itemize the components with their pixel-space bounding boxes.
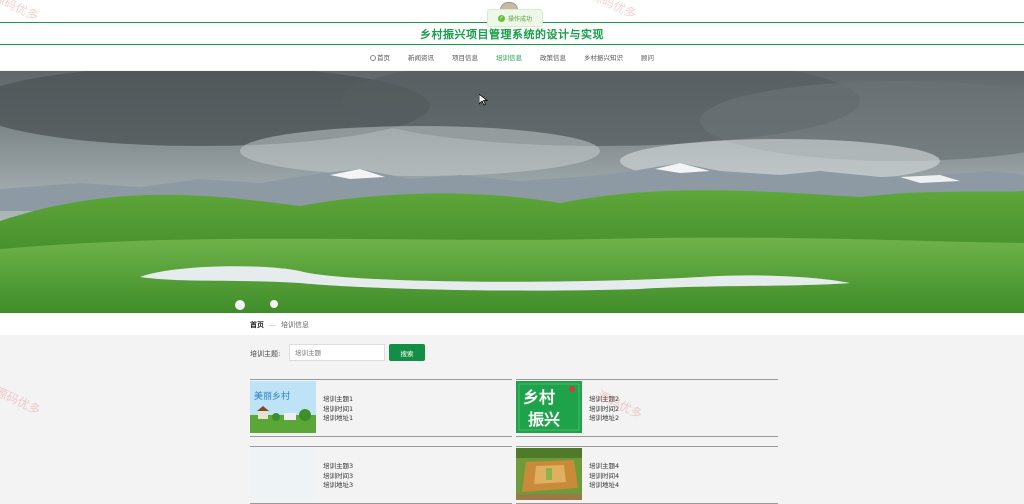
nav-item-news[interactable]: 新闻资讯	[399, 52, 443, 64]
thumb-text: 美丽乡村	[254, 390, 290, 402]
card-address: 培训地址1	[323, 414, 354, 422]
beautiful-village-thumbnail: 美丽乡村	[250, 381, 316, 433]
nav-item-policy[interactable]: 政策信息	[531, 52, 575, 64]
training-card[interactable]: 乡村 振兴 培训主题2 培训时间2 培训地址2	[516, 379, 778, 437]
breadcrumb-separator: —	[269, 321, 276, 329]
watermark: 源码优多	[0, 384, 43, 418]
nav-item-advisor[interactable]: 顾问	[632, 52, 663, 64]
breadcrumb-bar	[0, 313, 1024, 335]
check-circle-icon: ✓	[497, 14, 505, 22]
card-topic: 培训主题4	[589, 462, 620, 470]
card-time: 培训时间1	[323, 404, 354, 413]
card-topic: 培训主题3	[323, 462, 354, 470]
breadcrumb-home[interactable]: 首页	[250, 321, 264, 329]
hero-banner-image	[0, 71, 1024, 313]
search-button[interactable]: 搜索	[389, 344, 425, 361]
rural-revitalization-calligraphy-thumbnail: 乡村 振兴	[516, 381, 582, 433]
training-card[interactable]: 美丽乡村 培训主题1 培训时间1 培训地址1	[250, 379, 512, 437]
card-time: 培训时间3	[323, 471, 354, 480]
nav-item-knowledge[interactable]: 乡村振兴知识	[575, 52, 632, 64]
card-topic: 培训主题1	[323, 395, 354, 403]
card-address: 培训地址3	[323, 481, 354, 489]
nav-item-projects[interactable]: 项目信息	[443, 52, 487, 64]
blank-thumbnail	[250, 448, 316, 500]
nav-item-home[interactable]: 首页	[361, 52, 399, 64]
site-title: 乡村振兴项目管理系统的设计与实现	[420, 28, 604, 41]
svg-text:振兴: 振兴	[528, 410, 560, 429]
farmland-aerial-thumbnail	[516, 448, 582, 500]
mouse-cursor-icon	[479, 94, 488, 106]
success-toast: ✓ 操作成功	[487, 9, 543, 27]
training-card[interactable]: 培训主题3 培训时间3 培训地址3	[250, 446, 512, 504]
breadcrumb-current: 培训信息	[281, 321, 309, 329]
home-icon	[370, 55, 376, 61]
title-divider-bottom	[0, 44, 1024, 45]
main-nav: 首页 新闻资讯 项目信息 培训信息 政策信息 乡村振兴知识 顾问	[0, 52, 1024, 64]
breadcrumb: 首页 — 培训信息	[250, 320, 309, 330]
search-input[interactable]	[289, 344, 385, 361]
nav-item-training[interactable]: 培训信息	[487, 52, 531, 64]
svg-text:乡村: 乡村	[523, 388, 555, 407]
search-label: 培训主题:	[250, 350, 281, 358]
card-address: 培训地址2	[589, 414, 620, 422]
toast-message: 操作成功	[507, 15, 532, 23]
card-time: 培训时间4	[589, 471, 620, 480]
card-address: 培训地址4	[589, 481, 620, 489]
training-card[interactable]: 培训主题4 培训时间4 培训地址4	[516, 446, 778, 504]
